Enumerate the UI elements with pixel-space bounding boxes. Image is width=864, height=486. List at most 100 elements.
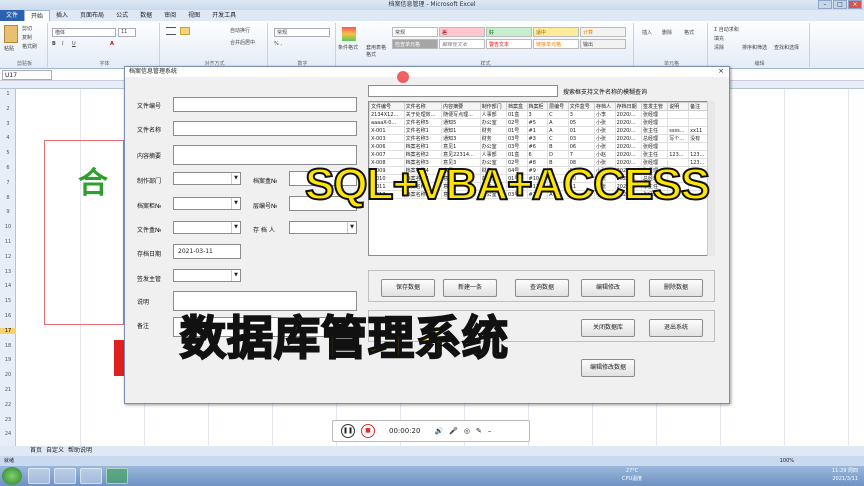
row-number[interactable]: 22 bbox=[0, 402, 16, 408]
maximize-icon[interactable]: □ bbox=[833, 0, 847, 9]
row-number[interactable]: 24 bbox=[0, 431, 16, 437]
tab-page-layout[interactable]: 页面布局 bbox=[74, 10, 110, 21]
excel-icon[interactable] bbox=[106, 468, 128, 484]
row-number[interactable]: 18 bbox=[0, 343, 16, 349]
copy-button[interactable]: 复制 bbox=[22, 34, 32, 41]
clear-button[interactable]: 清除 bbox=[714, 44, 724, 51]
tray-clock[interactable]: 11:29 周四 2021/3/11 bbox=[832, 467, 858, 483]
query-button[interactable]: 查询数据 bbox=[515, 279, 569, 297]
paste-button[interactable]: 粘贴 bbox=[4, 45, 14, 52]
row-number[interactable]: 6 bbox=[0, 165, 16, 171]
align-middle-icon[interactable] bbox=[180, 27, 190, 35]
paste-icon[interactable] bbox=[4, 25, 18, 43]
delete-button[interactable]: 删除数据 bbox=[649, 279, 703, 297]
row-number[interactable]: 2 bbox=[0, 106, 16, 112]
chevron-down-icon[interactable]: ▼ bbox=[231, 173, 240, 184]
folder-combobox[interactable]: ▼ bbox=[173, 221, 241, 234]
cabinet-combobox[interactable]: ▼ bbox=[173, 197, 241, 210]
chevron-down-icon[interactable]: ▼ bbox=[231, 222, 240, 233]
sort-filter-button[interactable]: 排序和筛选 bbox=[742, 44, 767, 51]
minimize-icon[interactable]: – bbox=[818, 0, 832, 9]
table-header-cell[interactable]: 档案盒 bbox=[505, 102, 528, 111]
row-number[interactable]: 20 bbox=[0, 372, 16, 378]
save-button[interactable]: 保存数据 bbox=[381, 279, 435, 297]
edit-button[interactable]: 编辑修改 bbox=[581, 279, 635, 297]
font-name-select[interactable]: 楷体 bbox=[52, 28, 116, 37]
file-no-input[interactable] bbox=[173, 97, 357, 112]
row-number[interactable]: 14 bbox=[0, 283, 16, 289]
row-number[interactable]: 1 bbox=[0, 91, 16, 97]
ie-icon[interactable] bbox=[28, 468, 50, 484]
bold-icon[interactable]: B bbox=[52, 41, 56, 47]
new-record-button[interactable]: 新建一条 bbox=[443, 279, 497, 297]
tab-view[interactable]: 视图 bbox=[182, 10, 206, 21]
tab-file[interactable]: 文件 bbox=[0, 10, 25, 21]
style-normal[interactable]: 常规 bbox=[392, 27, 438, 37]
row-number[interactable]: 7 bbox=[0, 180, 16, 186]
table-header-cell[interactable]: 签发主管 bbox=[640, 102, 669, 111]
tab-home[interactable]: 开始 bbox=[24, 10, 51, 21]
delete-cells-button[interactable]: 删除 bbox=[662, 29, 672, 36]
chevron-down-icon[interactable]: ▼ bbox=[347, 222, 356, 233]
tab-insert[interactable]: 插入 bbox=[50, 10, 74, 21]
table-header-cell[interactable]: 档案柜 bbox=[526, 102, 549, 111]
stop-icon[interactable]: ■ bbox=[361, 424, 375, 438]
dialog-close-icon[interactable]: × bbox=[715, 67, 727, 76]
pause-icon[interactable]: ❚❚ bbox=[341, 424, 355, 438]
pen-icon[interactable]: ✎ bbox=[476, 427, 482, 435]
table-header-cell[interactable]: 说明 bbox=[667, 102, 690, 111]
file-name-input[interactable] bbox=[173, 121, 357, 136]
format-painter-button[interactable]: 格式刷 bbox=[22, 43, 37, 50]
table-row[interactable]: aaaaX-0... 文件名称5 通知5 办公室 02号 #5 A 05 小张 2020/... 张… bbox=[369, 118, 709, 127]
sheet-tab-help[interactable]: 帮助说明 bbox=[68, 446, 92, 456]
style-warning[interactable]: 警告文本 bbox=[486, 39, 532, 49]
table-row[interactable]: X-003 文件名称3 通知3 财务 03号 #3 C 03 小张 2020/... 总经理 写个..… bbox=[369, 134, 709, 143]
row-number[interactable]: 21 bbox=[0, 387, 16, 393]
chevron-down-icon[interactable]: ▼ bbox=[231, 270, 240, 281]
conditional-format-button[interactable]: 条件格式 bbox=[338, 44, 358, 51]
table-row[interactable]: X-007 档案名称2 意见22314... 人事部 01盒 6 D 7 小赵 2020/... 张… bbox=[369, 150, 709, 159]
media-icon[interactable] bbox=[80, 468, 102, 484]
row-number[interactable]: 10 bbox=[0, 224, 16, 230]
search-input[interactable] bbox=[368, 85, 558, 97]
table-row[interactable]: X-001 文件名称1 通知1 财务 01号 #1 A 01 小张 2020/... 张主任 ssss… bbox=[369, 126, 709, 135]
start-icon[interactable] bbox=[2, 467, 22, 485]
underline-icon[interactable]: U bbox=[72, 41, 76, 47]
camera-icon[interactable]: ◎ bbox=[464, 427, 470, 435]
style-bad[interactable]: 差 bbox=[439, 27, 485, 37]
row-number[interactable]: 5 bbox=[0, 150, 16, 156]
conditional-format-icon[interactable] bbox=[342, 27, 356, 41]
zoom-level[interactable]: 100% bbox=[780, 456, 794, 466]
row-number[interactable]: 19 bbox=[0, 357, 16, 363]
signer-combobox[interactable]: ▼ bbox=[173, 269, 241, 282]
exit-button[interactable]: 退出系统 bbox=[649, 319, 703, 337]
row-number[interactable]: 17 bbox=[0, 327, 16, 334]
style-check-cell[interactable]: 检查单元格 bbox=[392, 39, 438, 49]
row-number[interactable]: 8 bbox=[0, 195, 16, 201]
insert-cells-button[interactable]: 插入 bbox=[642, 29, 652, 36]
style-explanatory[interactable]: 解释性文本 bbox=[439, 39, 485, 49]
row-number[interactable]: 16 bbox=[0, 313, 16, 319]
fill-button[interactable]: 填充 bbox=[714, 35, 724, 42]
font-size-select[interactable]: 11 bbox=[118, 28, 136, 37]
format-cells-button[interactable]: 格式 bbox=[684, 29, 694, 36]
wrap-text-button[interactable]: 自动换行 bbox=[230, 27, 250, 34]
speaker-icon[interactable]: 🔊 bbox=[434, 427, 443, 435]
microphone-icon[interactable]: 🎤 bbox=[449, 427, 458, 435]
row-number[interactable]: 13 bbox=[0, 269, 16, 275]
edit-data-button[interactable]: 编辑修改数据 bbox=[581, 359, 635, 377]
table-header-cell[interactable]: 备注 bbox=[688, 102, 709, 111]
table-header-cell[interactable]: 内容摘要 bbox=[441, 102, 481, 111]
tab-developer[interactable]: 开发工具 bbox=[206, 10, 242, 21]
tab-formulas[interactable]: 公式 bbox=[110, 10, 134, 21]
table-header-cell[interactable]: 文件名称 bbox=[403, 102, 443, 111]
autosum-button[interactable]: Σ 自动求和 bbox=[714, 26, 739, 33]
sheet-tab-custom[interactable]: 自定义 bbox=[46, 446, 64, 456]
sheet-tab-home[interactable]: 首页 bbox=[30, 446, 42, 456]
font-color-icon[interactable]: A bbox=[110, 41, 114, 47]
merge-center-button[interactable]: 合并后居中 bbox=[230, 39, 255, 46]
table-header-cell[interactable]: 文件编号 bbox=[369, 102, 405, 111]
tab-data[interactable]: 数据 bbox=[134, 10, 158, 21]
table-header-cell[interactable]: 层编号 bbox=[547, 102, 569, 111]
row-number[interactable]: 12 bbox=[0, 254, 16, 260]
